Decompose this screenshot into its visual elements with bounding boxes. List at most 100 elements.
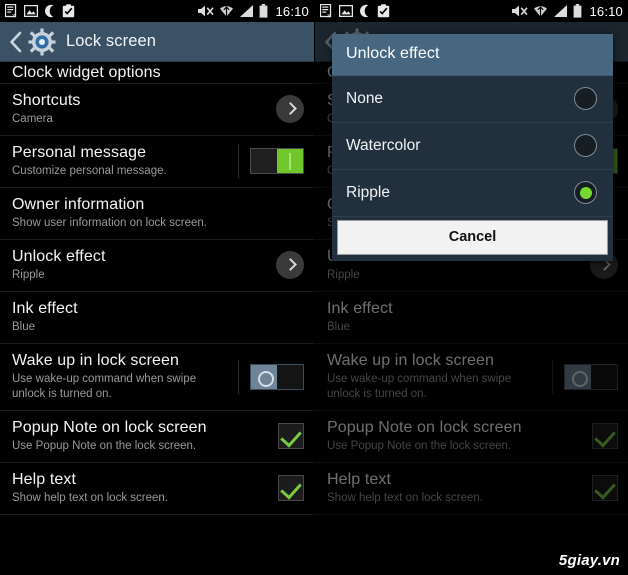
radio-button-none[interactable]	[574, 87, 597, 110]
status-bar-left-icons: x	[5, 4, 75, 18]
toggle-track-off	[591, 364, 617, 389]
moon-crescent-icon	[360, 4, 369, 18]
moon-crescent-icon	[45, 4, 54, 18]
row-text: Help text Show help text on lock screen.	[327, 470, 584, 506]
toggle-thumb-on	[277, 149, 303, 173]
toggle-track-off	[277, 364, 303, 389]
screenshot-root: x 16:10 Lock screen Clock widget options…	[0, 0, 628, 575]
row-title: Popup Note on lock screen	[12, 419, 207, 436]
row-title: Help text	[12, 471, 77, 488]
status-bar: x 16:10	[315, 0, 628, 22]
settings-row-help-text[interactable]: Help text Show help text on lock screen.	[0, 463, 314, 515]
row-title: Wake up in lock screen	[12, 352, 180, 369]
cancel-button[interactable]: Cancel	[337, 220, 608, 255]
row-subtitle: Camera	[12, 113, 53, 125]
row-title: Wake up in lock screen	[327, 352, 495, 369]
settings-row-ink-effect[interactable]: Ink effect Blue	[0, 292, 314, 344]
row-title: Ink effect	[12, 300, 78, 317]
settings-row-shortcuts[interactable]: Shortcuts Camera	[0, 84, 314, 136]
row-title: Shortcuts	[12, 92, 81, 109]
row-subtitle: Show help text on lock screen.	[12, 492, 168, 504]
settings-row-wake-up-in-lock-screen[interactable]: Wake up in lock screen Use wake-up comma…	[315, 344, 628, 411]
settings-row-wake-up-in-lock-screen[interactable]: Wake up in lock screen Use wake-up comma…	[0, 344, 314, 411]
row-text: Ink effect Blue	[327, 299, 618, 335]
row-title: Ink effect	[327, 300, 393, 317]
dialog-option-watercolor[interactable]: Watercolor	[332, 123, 613, 170]
settings-row-popup-note-on-lock-screen[interactable]: Popup Note on lock screen Use Popup Note…	[0, 411, 314, 463]
row-subtitle: Use Popup Note on the lock screen.	[12, 440, 197, 452]
row-title: Help text	[327, 471, 392, 488]
row-subtitle: Customize personal message.	[12, 165, 167, 177]
screenshot-capture-icon: x	[5, 4, 17, 18]
settings-row-ink-effect[interactable]: Ink effect Blue	[315, 292, 628, 344]
toggle-wake-up-in-lock-screen[interactable]	[250, 363, 304, 390]
settings-gear-icon	[28, 28, 56, 56]
row-text: Clock widget options	[12, 62, 304, 81]
row-text: Popup Note on lock screen Use Popup Note…	[12, 418, 270, 454]
settings-list: Clock widget options Shortcuts Camera Pe…	[0, 62, 314, 515]
site-watermark: 5giay.vn	[558, 552, 620, 569]
row-subtitle: Blue	[12, 321, 36, 333]
dialog-option-label: Watercolor	[346, 136, 421, 154]
row-control	[278, 423, 304, 449]
row-text: Owner information Show user information …	[12, 195, 304, 231]
checkbox-help-text[interactable]	[592, 475, 618, 501]
toggle-thumb-off	[251, 364, 277, 389]
row-subtitle: Use wake-up command when swipe unlock is…	[327, 373, 512, 400]
row-subtitle: Ripple	[327, 269, 360, 281]
dialog-option-label: Ripple	[346, 183, 390, 201]
settings-row-help-text[interactable]: Help text Show help text on lock screen.	[315, 463, 628, 515]
row-control	[276, 251, 304, 279]
back-arrow-icon[interactable]	[6, 29, 26, 55]
row-subtitle: Ripple	[12, 269, 45, 281]
chevron-right-icon[interactable]	[276, 251, 304, 279]
toggle-personal-message[interactable]	[250, 148, 304, 174]
row-subtitle: Show user information on lock screen.	[12, 217, 207, 229]
wifi-icon	[534, 6, 548, 17]
row-control	[238, 144, 304, 178]
checkbox-help-text[interactable]	[278, 475, 304, 501]
dialog-option-ripple[interactable]: Ripple	[332, 170, 613, 217]
action-bar: Lock screen	[0, 22, 314, 62]
status-bar: x 16:10	[0, 0, 314, 22]
checkbox-popup-note[interactable]	[592, 423, 618, 449]
row-subtitle: Show help text on lock screen.	[327, 492, 483, 504]
status-bar-right-icons: 16:10	[511, 4, 623, 19]
row-control	[238, 359, 304, 394]
row-title: Personal message	[12, 144, 147, 161]
svg-text:x: x	[327, 14, 330, 18]
control-divider	[552, 359, 553, 394]
task-checklist-icon	[62, 4, 75, 18]
page-title: Lock screen	[66, 32, 157, 50]
row-text: Ink effect Blue	[12, 299, 304, 335]
status-bar-clock: 16:10	[589, 3, 623, 19]
settings-row-clock-widget-options[interactable]: Clock widget options	[0, 62, 314, 84]
battery-icon	[574, 4, 582, 18]
row-control	[592, 423, 618, 449]
mute-icon	[512, 5, 529, 17]
chevron-right-icon[interactable]	[276, 95, 304, 123]
checkbox-popup-note[interactable]	[278, 423, 304, 449]
image-icon	[339, 5, 353, 17]
status-bar-left-icons: x	[320, 4, 390, 18]
status-bar-clock: 16:10	[275, 3, 309, 19]
toggle-wake-up-in-lock-screen[interactable]	[564, 363, 618, 390]
settings-row-owner-information[interactable]: Owner information Show user information …	[0, 188, 314, 240]
radio-button-ripple[interactable]	[574, 181, 597, 204]
wifi-icon	[220, 6, 234, 17]
svg-text:x: x	[12, 14, 15, 18]
signal-icon	[240, 5, 254, 17]
battery-icon	[260, 4, 268, 18]
row-text: Help text Show help text on lock screen.	[12, 470, 270, 506]
dialog-title: Unlock effect	[332, 34, 613, 76]
settings-row-unlock-effect[interactable]: Unlock effect Ripple	[0, 240, 314, 292]
settings-row-popup-note-on-lock-screen[interactable]: Popup Note on lock screen Use Popup Note…	[315, 411, 628, 463]
dialog-option-none[interactable]: None	[332, 76, 613, 123]
row-control	[552, 359, 618, 394]
phone-screen-left: x 16:10 Lock screen Clock widget options…	[0, 0, 314, 575]
row-title: Owner information	[12, 196, 145, 213]
row-control	[278, 475, 304, 501]
radio-button-watercolor[interactable]	[574, 134, 597, 157]
settings-row-personal-message[interactable]: Personal message Customize personal mess…	[0, 136, 314, 188]
phone-screen-right: x 16:10 Ripple Ink effect Blue Wake up i…	[314, 0, 628, 575]
